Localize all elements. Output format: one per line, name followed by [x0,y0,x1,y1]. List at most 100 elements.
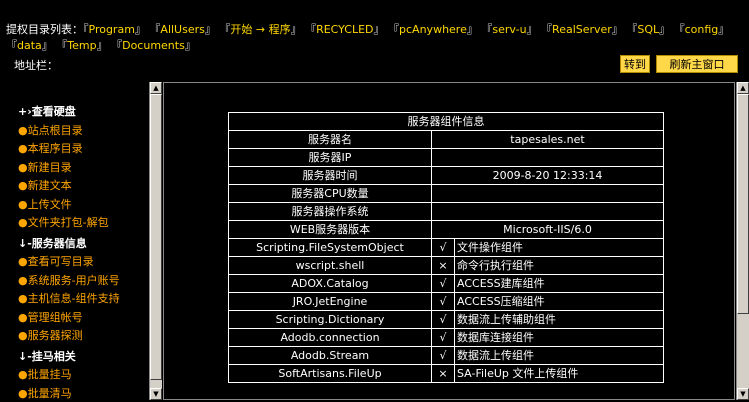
check-icon: √ [431,274,455,293]
component-name: wscript.shell [228,256,432,275]
bracket-open: 『 [56,39,68,52]
server-field-value: tapesales.net [431,130,664,149]
component-desc: 数据流上传组件 [454,346,664,365]
dir-link[interactable]: serv-u [492,23,526,36]
sidebar-item[interactable]: ●站点根目录 [18,123,83,139]
sidebar-item-label: 批量挂马 [27,368,72,381]
dir-link[interactable]: Program [89,23,135,36]
bracket-open: 『 [111,39,123,52]
dir-link[interactable]: SQL [637,23,659,36]
bracket-open: 『 [541,23,553,36]
dir-link[interactable]: RECYCLED [316,23,373,36]
sidebar-item[interactable]: ●本程序目录 [18,141,83,157]
bracket-open: 『 [388,23,400,36]
scroll-down-icon[interactable]: ▼ [150,388,162,400]
bullet-icon: ● [18,123,28,137]
component-desc: 命令行执行组件 [454,256,664,275]
component-desc: ACCESS压缩组件 [454,292,664,311]
bullet-icon: ● [18,368,28,381]
bracket-close: 』 [373,23,385,36]
server-component-table: 服务器组件信息 服务器名 tapesales.net 服务器IP 服务器时间 2009-8… [228,112,664,383]
sidebar-item[interactable]: ●查看可写目录 [18,254,94,270]
sidebar-section-head[interactable]: ↓-挂马相关 [18,349,76,365]
sidebar-item-label: 站点根目录 [27,123,83,137]
sidebar-item-label: 管理组帐号 [27,310,83,324]
scroll-down-icon[interactable]: ▼ [737,388,749,400]
table-row: Scripting.Dictionary √ 数据流上传辅助组件 [228,310,664,329]
address-input[interactable] [66,59,626,71]
table-row: 服务器CPU数量 [228,184,664,203]
server-field-value: Microsoft-IIS/6.0 [431,220,664,239]
bracket-open: 『 [6,39,17,52]
sidebar-item-label: 新建目录 [27,160,72,174]
sidebar-item[interactable]: ●文件夹打包-解包 [18,215,109,231]
table-row: Adodb.Stream √ 数据流上传组件 [228,346,664,365]
sidebar-item[interactable]: ●新建文本 [18,178,72,194]
sidebar-item[interactable]: ●上传文件 [18,197,72,213]
scroll-thumb[interactable] [150,94,162,380]
scroll-thumb[interactable] [737,94,749,314]
dir-link[interactable]: 开始 → 程序 [230,23,290,36]
bullet-icon: ● [18,142,28,155]
sidebar-item[interactable]: ●主机信息-组件支持 [18,291,120,307]
bracket-open: 『 [305,23,317,36]
dir-link[interactable]: RealServer [552,23,612,36]
bracket-close: 』 [659,23,671,36]
sidebar: +›查看硬盘 ●站点根目录 ●本程序目录 ●新建目录 ●新建文本 ●上传文件 ●文件夹打包-… [0,82,150,400]
sidebar-item-label: 上传文件 [27,197,72,211]
dir-link[interactable]: config [685,23,719,36]
component-desc: 文件操作组件 [454,238,664,257]
bracket-close: 』 [96,39,108,52]
sidebar-item-label: 系统服务-用户账号 [27,273,120,287]
check-icon: √ [431,328,455,347]
table-row: Adodb.connection √ 数据库连接组件 [228,328,664,347]
bullet-icon: ● [18,292,28,305]
bracket-open: 『 [149,23,161,36]
sidebar-item[interactable]: ●管理组帐号 [18,310,83,326]
escalation-dir-label: 提权目录列表： [6,23,83,36]
bracket-close: 』 [184,39,196,52]
refresh-main-window-button[interactable]: 刷新主窗口 [656,55,738,73]
main-panel: 服务器组件信息 服务器名 tapesales.net 服务器IP 服务器时间 2009-8… [163,82,735,400]
check-icon: √ [431,346,455,365]
bracket-close: 』 [611,23,623,36]
sidebar-item[interactable]: ●系统服务-用户账号 [18,273,120,289]
bullet-icon: ● [18,273,28,287]
sidebar-item[interactable]: ●批量清马 [18,386,72,402]
sidebar-item-label: 新建文本 [27,179,72,192]
server-field-name: WEB服务器版本 [228,220,432,239]
sidebar-item[interactable]: ●批量挂马 [18,367,72,383]
table-row: JRO.JetEngine √ ACCESS压缩组件 [228,292,664,311]
table-row: 服务器时间 2009-8-20 12:33:14 [228,166,664,185]
bullet-icon: ● [18,160,28,174]
server-field-name: 服务器操作系统 [228,202,432,221]
scroll-up-icon[interactable]: ▲ [150,82,162,94]
table-row: ADOX.Catalog √ ACCESS建库组件 [228,274,664,293]
bracket-close: 』 [290,23,302,36]
table-row: WEB服务器版本 Microsoft-IIS/6.0 [228,220,664,239]
sidebar-section-head[interactable]: +›查看硬盘 [18,104,76,120]
bullet-icon: ● [18,197,28,211]
server-field-value: 2009-8-20 12:33:14 [431,166,664,185]
component-name: ADOX.Catalog [228,274,432,293]
table-row: Scripting.FileSystemObject √ 文件操作组件 [228,238,664,257]
table-row: 服务器名 tapesales.net [228,130,664,149]
goto-button[interactable]: 转到 [620,55,650,73]
sidebar-item-label: 主机信息-组件支持 [27,292,120,305]
main-scrollbar[interactable]: ▲ ▼ [736,82,749,400]
sidebar-item[interactable]: ●新建目录 [18,160,72,176]
table-row: SoftArtisans.FileUp × SA-FileUp 文件上传组件 [228,364,664,383]
dir-link[interactable]: Temp [67,39,96,52]
sidebar-scrollbar[interactable]: ▲ ▼ [149,82,162,400]
component-desc: 数据库连接组件 [454,328,664,347]
dir-link[interactable]: AllUsers [160,23,204,36]
sidebar-item[interactable]: ●服务器探测 [18,328,83,344]
dir-link[interactable]: Documents [122,39,185,52]
sidebar-section-head[interactable]: ↓-服务器信息 [18,236,87,252]
bullet-icon: ● [18,310,28,324]
bracket-open: 『 [219,23,231,36]
scroll-up-icon[interactable]: ▲ [737,82,749,94]
dir-link[interactable]: data [17,39,42,52]
dir-link[interactable]: pcAnywhere [399,23,467,36]
check-icon: √ [431,238,455,257]
